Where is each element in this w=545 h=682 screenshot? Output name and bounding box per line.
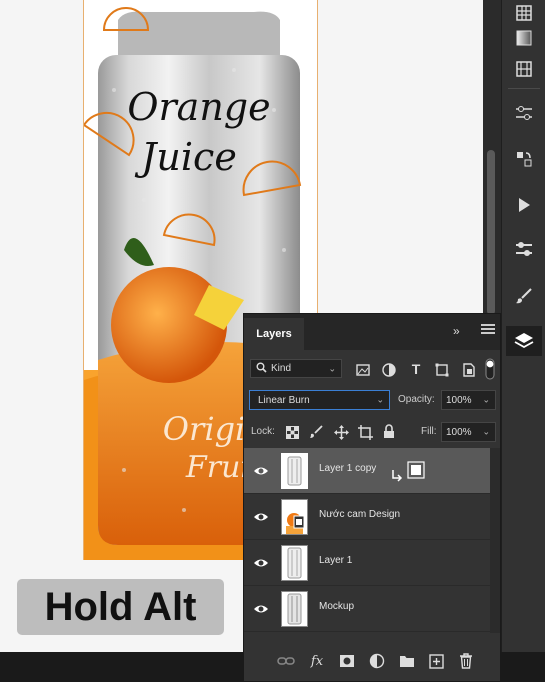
layer-row-layer-1-copy[interactable]: Layer 1 copy [244,448,490,494]
filter-kind-select[interactable]: Kind ⌄ [250,359,342,378]
brush-icon[interactable] [510,283,538,309]
fill-value: 100% [446,426,472,438]
fx-icon[interactable]: fx [308,652,326,670]
layer-thumbnail [281,545,308,581]
filter-toggle-switch[interactable] [485,358,495,380]
opacity-label: Opacity: [398,394,435,405]
layer-name: Layer 1 copy [319,463,377,474]
lock-row: Lock: Fill: 100% ⌄ [244,416,500,448]
adjustment-icon[interactable] [368,652,386,670]
can-heading-line2: Juice [141,135,237,179]
panel-menu-icon[interactable] [481,324,495,338]
eye-icon[interactable] [253,601,269,617]
lock-position-move-icon[interactable] [333,424,349,440]
smart-object-filter-icon[interactable] [461,362,477,378]
lock-label: Lock: [251,426,275,437]
opacity-input[interactable]: 100% ⌄ [441,390,496,410]
toolstrip-divider [508,88,540,89]
mask-icon[interactable] [338,652,356,670]
layer-name: Mockup [319,601,355,612]
grid-icon[interactable] [510,56,538,82]
search-icon [256,362,267,376]
layers-scrollbar[interactable] [490,448,500,633]
link-icon[interactable] [277,652,295,670]
chevron-down-icon: ⌄ [328,363,336,373]
lock-artboard-crop-icon[interactable] [357,424,373,440]
lock-image-pixels-brush-icon[interactable] [308,424,324,440]
canvas-scroll-thumb[interactable] [487,150,495,315]
layer-thumbnail [281,453,308,489]
trash-icon[interactable] [457,652,475,670]
transfer-icon[interactable] [510,146,538,172]
eye-icon[interactable] [253,555,269,571]
panel-header: Layers » [244,314,500,350]
filter-row: Kind ⌄ T [244,350,500,386]
clipping-mask-icon [407,461,425,479]
eye-icon[interactable] [253,463,269,479]
filter-kind-value: Kind [271,363,292,374]
layer-row-mockup[interactable]: Mockup [244,586,490,632]
blend-mode-value: Linear Burn [258,394,310,406]
toggle-icon[interactable] [510,236,538,262]
collapse-panel-icon[interactable]: » [453,324,460,338]
layer-row-layer-1[interactable]: Layer 1 [244,540,490,586]
clipping-cursor-icon [391,469,405,483]
blend-row: Linear Burn ⌄ Opacity: 100% ⌄ [244,386,500,416]
folder-icon[interactable] [398,652,416,670]
lock-all-icon[interactable] [381,423,397,439]
layer-row-nuoc-cam-design[interactable]: Nước cam Design [244,494,490,540]
fill-label: Fill: [421,426,437,437]
chevron-down-icon: ⌄ [482,426,490,437]
gradient-square-icon[interactable] [510,25,538,51]
blend-mode-select[interactable]: Linear Burn ⌄ [249,390,390,410]
new-layer-icon[interactable] [427,652,445,670]
type-filter-icon[interactable]: T [408,361,424,377]
chevron-down-icon: ⌄ [482,394,490,405]
fill-input[interactable]: 100% ⌄ [441,422,496,442]
sliders-icon[interactable] [510,100,538,126]
pixel-filter-icon[interactable] [355,362,371,378]
layer-name: Layer 1 [319,555,353,566]
chevron-down-icon: ⌄ [376,394,384,405]
lock-transparent-pixels-icon[interactable] [284,424,300,440]
play-icon[interactable] [510,192,538,218]
shape-filter-icon[interactable] [434,362,450,378]
eye-icon[interactable] [253,509,269,525]
opacity-value: 100% [446,394,472,406]
layer-thumbnail [281,499,308,535]
layers-icon[interactable] [506,326,542,356]
layers-panel: Layers » Kind ⌄ T Linear Burn ⌄ Opacity:… [243,313,501,682]
layer-thumbnail [281,591,308,627]
can-heading-line1: Orange [127,85,271,129]
hold-alt-caption: Hold Alt [17,579,224,635]
layer-name: Nước cam Design [319,509,401,520]
table-icon[interactable] [510,0,538,26]
right-toolstrip [501,0,545,652]
adjustment-filter-icon[interactable] [381,362,397,378]
layers-footer: fx [244,644,500,680]
tab-layers[interactable]: Layers [244,318,304,350]
